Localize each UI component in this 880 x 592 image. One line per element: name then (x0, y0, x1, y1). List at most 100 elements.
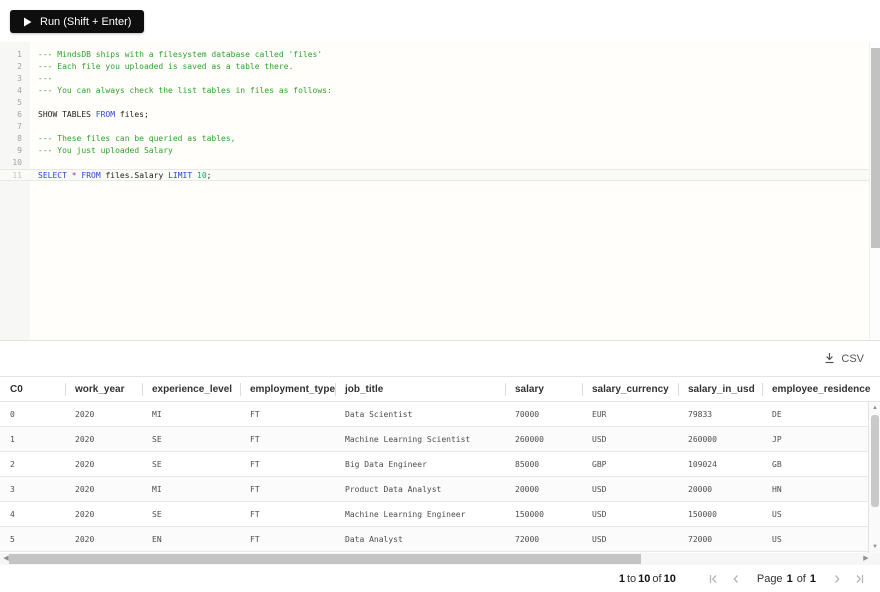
table-cell: 20000 (515, 484, 540, 494)
code-line: 9 --- You just uploaded Salary (0, 145, 880, 157)
column-header-salary_currency[interactable]: salary_currency (582, 377, 678, 401)
scroll-down-icon[interactable]: ▼ (869, 542, 880, 552)
code-lines: 1 --- MindsDB ships with a filesystem dat… (0, 42, 880, 181)
export-csv-button[interactable]: CSV (824, 349, 864, 369)
table-cell: 260000 (515, 434, 544, 444)
line-number: 11 (12, 171, 22, 180)
code-line: 11 SELECT * FROM files.Salary LIMIT 10; (0, 169, 880, 181)
run-button[interactable]: Run (Shift + Enter) (10, 10, 145, 33)
table-cell: 150000 (688, 509, 717, 519)
table-cell: HN (772, 484, 782, 494)
editor-vertical-scrollbar[interactable] (869, 42, 880, 340)
table-cell: SE (152, 434, 162, 444)
mindsdb-sql-editor: Run (Shift + Enter) 1 --- MindsDB ships w… (0, 0, 880, 592)
table-cell: FT (250, 434, 260, 444)
table-cell: 150000 (515, 509, 544, 519)
grid-scrollbar-thumb[interactable] (871, 415, 879, 507)
table-cell: FT (250, 534, 260, 544)
table-cell: 2020 (75, 509, 95, 519)
code-text: --- You just uploaded Salary (38, 146, 173, 155)
editor-scrollbar-thumb[interactable] (871, 48, 880, 248)
table-cell: USD (592, 509, 607, 519)
table-cell: Product Data Analyst (345, 484, 442, 494)
table-row: 4 2020 SE FT Machine Learning Engineer 150000… (0, 502, 868, 527)
download-icon (824, 352, 835, 367)
table-row: 0 2020 MI FT Data Scientist 70000 EUR 79833 DE (0, 402, 868, 427)
table-cell: 2020 (75, 484, 95, 494)
table-cell: JP (772, 434, 782, 444)
grid-header-row: C0 work_year experience_level employment_ty… (0, 376, 880, 402)
table-cell: 72000 (515, 534, 540, 544)
code-line: 8 --- These files can be queried as table… (0, 133, 880, 145)
grid-vertical-scrollbar[interactable]: ▲ ▼ (868, 402, 880, 553)
code-line: 10 (0, 157, 880, 169)
row-range-label: 1 to 10 of 10 (618, 572, 676, 585)
scroll-up-icon[interactable]: ▲ (869, 403, 880, 413)
code-line: 2 --- Each file you uploaded is saved as … (0, 61, 880, 73)
grid-body: 0 2020 MI FT Data Scientist 70000 EUR 79833 DE 1 2… (0, 402, 868, 553)
table-cell: 70000 (515, 409, 540, 419)
pagination-bar: 1 to 10 of 10 Page 1 of 1 (0, 565, 880, 592)
table-cell: USD (592, 484, 607, 494)
column-header-salary[interactable]: salary (505, 377, 582, 401)
column-header-employment_type[interactable]: employment_type (240, 377, 335, 401)
last-page-button[interactable] (855, 574, 864, 584)
table-cell: 3 (10, 484, 15, 494)
table-cell: 20000 (688, 484, 713, 494)
table-row: 2 2020 SE FT Big Data Engineer 85000 GBP 109024… (0, 452, 868, 477)
table-cell: EUR (592, 409, 607, 419)
code-text: --- These files can be queried as tables… (38, 134, 236, 143)
column-header-employee_residence[interactable]: employee_residence (762, 377, 880, 401)
column-header-work_year[interactable]: work_year (65, 377, 142, 401)
column-header-C0[interactable]: C0 (0, 377, 65, 401)
code-text: --- MindsDB ships with a filesystem data… (38, 50, 323, 59)
sql-editor[interactable]: 1 --- MindsDB ships with a filesystem dat… (0, 42, 880, 341)
line-number: 1 (17, 50, 22, 59)
previous-page-button[interactable] (732, 574, 739, 584)
table-cell: 2020 (75, 434, 95, 444)
line-number: 9 (17, 146, 22, 155)
grid-horizontal-scrollbar[interactable]: ◀ ▶ (0, 553, 880, 565)
range-to: 10 (638, 572, 651, 585)
next-page-button[interactable] (834, 574, 841, 584)
table-cell: FT (250, 459, 260, 469)
table-cell: 79833 (688, 409, 713, 419)
table-cell: FT (250, 509, 260, 519)
table-cell: 2020 (75, 409, 95, 419)
code-line: 1 --- MindsDB ships with a filesystem dat… (0, 49, 880, 61)
code-line: 6 SHOW TABLES FROM files; (0, 109, 880, 121)
line-number: 5 (17, 98, 22, 107)
code-text: SELECT * FROM files.Salary LIMIT 10; (38, 171, 212, 180)
column-header-experience_level[interactable]: experience_level (142, 377, 240, 401)
csv-label: CSV (841, 353, 864, 365)
line-number: 8 (17, 134, 22, 143)
table-cell: 2020 (75, 534, 95, 544)
table-cell: 0 (10, 409, 15, 419)
horizontal-scrollbar-thumb[interactable] (9, 554, 641, 564)
table-cell: FT (250, 409, 260, 419)
current-page: 1 (786, 572, 793, 585)
code-line: 7 (0, 121, 880, 133)
table-cell: USD (592, 534, 607, 544)
line-number: 6 (17, 110, 22, 119)
line-number: 3 (17, 74, 22, 83)
table-cell: 109024 (688, 459, 717, 469)
first-page-button[interactable] (709, 574, 718, 584)
table-row: 3 2020 MI FT Product Data Analyst 20000 USD 200… (0, 477, 868, 502)
table-cell: 2020 (75, 459, 95, 469)
code-text: --- Each file you uploaded is saved as a… (38, 62, 294, 71)
scroll-right-icon[interactable]: ▶ (860, 553, 872, 565)
table-cell: DE (772, 409, 782, 419)
table-cell: SE (152, 459, 162, 469)
code-line: 3 --- (0, 73, 880, 85)
line-number: 4 (17, 86, 22, 95)
run-button-label: Run (Shift + Enter) (40, 15, 132, 28)
line-number: 10 (12, 158, 22, 167)
column-header-job_title[interactable]: job_title (335, 377, 505, 401)
table-cell: USD (592, 434, 607, 444)
total-pages: 1 (809, 572, 816, 585)
column-header-salary_in_usd[interactable]: salary_in_usd (678, 377, 762, 401)
